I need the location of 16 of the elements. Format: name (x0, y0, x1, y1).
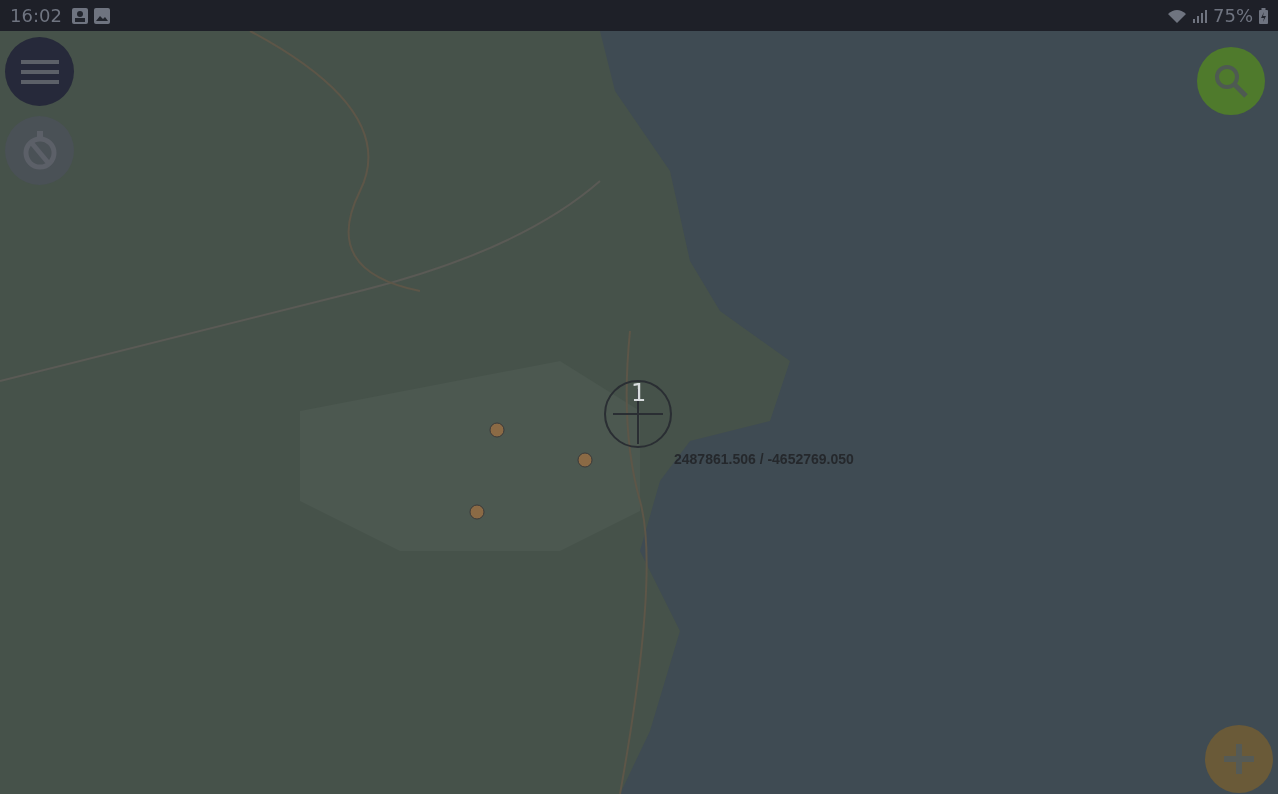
image-icon (93, 7, 110, 24)
map-drawing[interactable] (0, 31, 1278, 794)
signal-icon (1193, 8, 1207, 23)
crosshair-label: 1 (631, 379, 647, 407)
menu-icon (20, 58, 59, 85)
map-marker-icon[interactable] (577, 452, 593, 468)
map-marker-icon[interactable] (489, 422, 505, 438)
plus-icon (1224, 744, 1254, 774)
map-marker-icon[interactable] (469, 504, 485, 520)
battery-percent: 75% (1213, 5, 1253, 26)
notification-icon (71, 7, 88, 24)
battery-icon (1259, 7, 1268, 24)
status-time: 16:02 (10, 5, 62, 26)
crosshair-icon (603, 379, 673, 449)
wifi-icon (1167, 8, 1187, 23)
search-icon (1214, 64, 1248, 98)
